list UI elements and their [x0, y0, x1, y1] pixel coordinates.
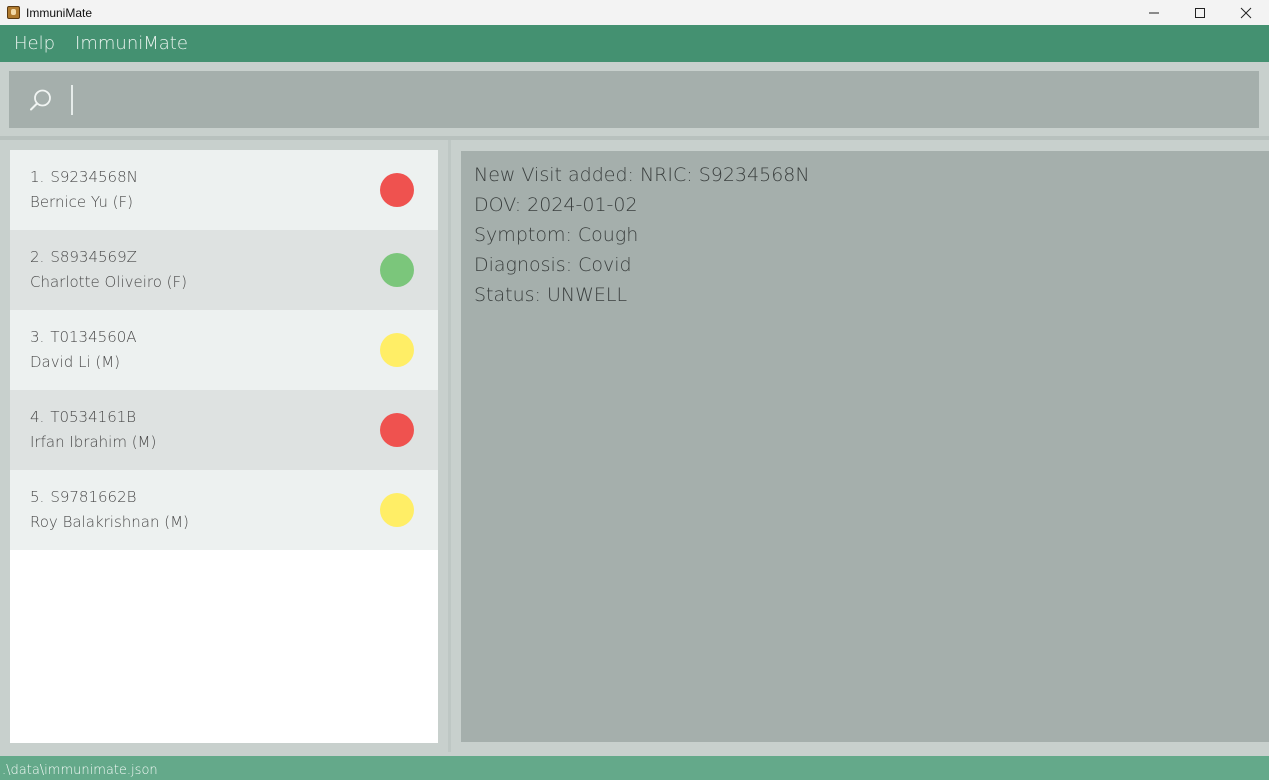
result-line: Symptom: Cough: [474, 224, 639, 246]
patient-id-line: 2. S8934569Z: [30, 248, 137, 266]
close-button[interactable]: [1223, 0, 1269, 25]
patient-index: 5.: [30, 488, 45, 506]
status-indicator: [380, 173, 414, 207]
menu-immunimate[interactable]: ImmuniMate: [65, 33, 198, 54]
patient-name: David Li (M): [30, 353, 121, 371]
vertical-divider: [448, 140, 451, 752]
title-bar: ImmuniMate: [0, 0, 1269, 25]
result-line: DOV: 2024-01-02: [474, 194, 638, 216]
close-icon: [1240, 7, 1252, 18]
result-line: New Visit added: NRIC: S9234568N: [474, 164, 810, 186]
patient-id-line: 3. T0134560A: [30, 328, 137, 346]
status-indicator: [380, 333, 414, 367]
patient-index: 4.: [30, 408, 45, 426]
result-line: Diagnosis: Covid: [474, 254, 632, 276]
menu-bar: Help ImmuniMate: [0, 25, 1269, 62]
search-icon: [30, 89, 51, 111]
window-controls: [1131, 0, 1269, 25]
patient-index: 3.: [30, 328, 45, 346]
save-file-path: .\data\immunimate.json: [2, 763, 158, 778]
patient-name: Roy Balakrishnan (M): [30, 513, 189, 531]
list-item[interactable]: 4. T0534161B Irfan Ibrahim (M): [10, 390, 438, 470]
app-icon: [7, 6, 20, 19]
patient-index: 2.: [30, 248, 45, 266]
command-area: [0, 62, 1269, 136]
patient-nric: S8934569Z: [50, 248, 137, 266]
patient-nric: T0534161B: [50, 408, 137, 426]
minimize-button[interactable]: [1131, 0, 1177, 25]
horizontal-divider: [0, 136, 1269, 140]
patient-name: Charlotte Oliveiro (F): [30, 273, 187, 291]
patient-id-line: 1. S9234568N: [30, 168, 138, 186]
status-indicator: [380, 493, 414, 527]
command-input[interactable]: [9, 71, 1259, 128]
maximize-icon: [1195, 7, 1205, 18]
patient-id-line: 4. T0534161B: [30, 408, 136, 426]
patient-name: Irfan Ibrahim (M): [30, 433, 157, 451]
patient-nric: S9234568N: [50, 168, 138, 186]
patient-id-line: 5. S9781662B: [30, 488, 136, 506]
patient-index: 1.: [30, 168, 45, 186]
window-title: ImmuniMate: [26, 5, 93, 20]
patient-list[interactable]: 1. S9234568N Bernice Yu (F) 2. S8934569Z C…: [10, 150, 438, 743]
patient-nric: S9781662B: [50, 488, 137, 506]
result-line: Status: UNWELL: [474, 284, 628, 306]
text-caret: [71, 85, 73, 115]
status-indicator: [380, 413, 414, 447]
list-item[interactable]: 1. S9234568N Bernice Yu (F): [10, 150, 438, 230]
maximize-button[interactable]: [1177, 0, 1223, 25]
list-item[interactable]: 2. S8934569Z Charlotte Oliveiro (F): [10, 230, 438, 310]
status-bar: .\data\immunimate.json: [0, 756, 1269, 780]
menu-help[interactable]: Help: [0, 33, 65, 54]
patient-nric: T0134560A: [50, 328, 137, 346]
result-display: New Visit added: NRIC: S9234568N DOV: 20…: [461, 151, 1269, 742]
list-item[interactable]: 3. T0134560A David Li (M): [10, 310, 438, 390]
minimize-icon: [1149, 12, 1159, 13]
list-item[interactable]: 5. S9781662B Roy Balakrishnan (M): [10, 470, 438, 550]
status-indicator: [380, 253, 414, 287]
patient-name: Bernice Yu (F): [30, 193, 133, 211]
